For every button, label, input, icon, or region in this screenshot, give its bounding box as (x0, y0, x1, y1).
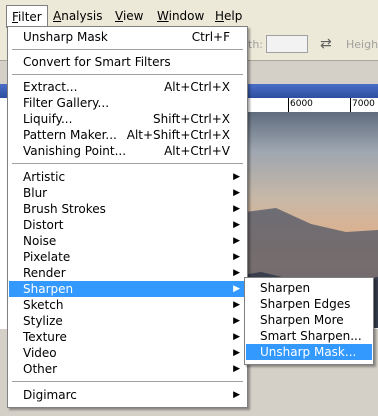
menu-item-vanishing-point[interactable]: Vanishing Point... Alt+Ctrl+V (9, 143, 246, 159)
menu-item-filter-gallery[interactable]: Filter Gallery... (9, 95, 246, 111)
menu-filter-rest: ilter (18, 10, 42, 24)
menu-bar: Filter Analysis View Window Help (0, 0, 378, 29)
ruler-tick (288, 98, 289, 112)
width-field[interactable] (266, 35, 308, 53)
submenu-arrow-icon: ▶ (233, 332, 240, 342)
menu-item-pattern-maker[interactable]: Pattern Maker... Alt+Shift+Ctrl+X (9, 127, 246, 143)
menu-item-stylize[interactable]: Stylize ▶ (9, 313, 246, 329)
menu-item-brush-strokes[interactable]: Brush Strokes ▶ (9, 201, 246, 217)
submenu-arrow-icon: ▶ (233, 236, 240, 246)
menu-item-sharpen[interactable]: Sharpen ▶ (9, 281, 246, 297)
menu-item-video[interactable]: Video ▶ (9, 345, 246, 361)
menu-item-unsharp-mask-last[interactable]: Unsharp Mask Ctrl+F (9, 29, 246, 45)
submenu-item-smart-sharpen[interactable]: Smart Sharpen... (246, 328, 372, 344)
menu-item-convert-smart-filters[interactable]: Convert for Smart Filters (9, 54, 246, 70)
submenu-item-sharpen-more[interactable]: Sharpen More (246, 312, 372, 328)
menu-separator (12, 49, 243, 51)
ruler-label: 6000 (290, 99, 313, 109)
submenu-item-sharpen-edges[interactable]: Sharpen Edges (246, 296, 372, 312)
menu-separator (12, 74, 243, 76)
ruler-label: 7000 (352, 99, 375, 109)
menu-item-extract[interactable]: Extract... Alt+Ctrl+X (9, 79, 246, 95)
menu-item-pixelate[interactable]: Pixelate ▶ (9, 249, 246, 265)
menu-window[interactable]: Window (152, 7, 209, 25)
menu-analysis[interactable]: Analysis (48, 7, 107, 25)
submenu-arrow-icon: ▶ (233, 268, 240, 278)
submenu-arrow-icon: ▶ (233, 172, 240, 182)
menu-item-digimarc[interactable]: Digimarc ▶ (9, 387, 246, 403)
menu-view[interactable]: View (110, 7, 148, 25)
sharpen-submenu: Sharpen Sharpen Edges Sharpen More Smart… (244, 277, 374, 365)
menu-help[interactable]: Help (210, 7, 247, 25)
menu-item-sketch[interactable]: Sketch ▶ (9, 297, 246, 313)
submenu-arrow-icon: ▶ (233, 348, 240, 358)
menu-item-liquify[interactable]: Liquify... Shift+Ctrl+X (9, 111, 246, 127)
menu-item-artistic[interactable]: Artistic ▶ (9, 169, 246, 185)
submenu-arrow-icon: ▶ (233, 220, 240, 230)
menu-item-noise[interactable]: Noise ▶ (9, 233, 246, 249)
submenu-arrow-icon: ▶ (233, 188, 240, 198)
submenu-arrow-icon: ▶ (233, 252, 240, 262)
swap-icon[interactable]: ⇄ (320, 36, 332, 52)
filter-menu: Unsharp Mask Ctrl+F Convert for Smart Fi… (7, 26, 248, 408)
submenu-arrow-icon: ▶ (233, 284, 240, 294)
menu-item-texture[interactable]: Texture ▶ (9, 329, 246, 345)
menu-item-render[interactable]: Render ▶ (9, 265, 246, 281)
submenu-item-unsharp-mask[interactable]: Unsharp Mask... (246, 344, 372, 360)
submenu-item-sharpen[interactable]: Sharpen (246, 280, 372, 296)
menu-item-blur[interactable]: Blur ▶ (9, 185, 246, 201)
menu-item-distort[interactable]: Distort ▶ (9, 217, 246, 233)
submenu-arrow-icon: ▶ (233, 364, 240, 374)
submenu-arrow-icon: ▶ (233, 300, 240, 310)
menu-item-other[interactable]: Other ▶ (9, 361, 246, 377)
submenu-arrow-icon: ▶ (233, 204, 240, 214)
menu-filter[interactable]: Filter (6, 5, 48, 28)
menu-separator (12, 163, 243, 165)
menu-separator (12, 381, 243, 383)
height-label: Heigh (346, 38, 378, 51)
submenu-arrow-icon: ▶ (233, 390, 240, 400)
ruler-tick (350, 98, 351, 112)
width-label: th: (248, 38, 263, 51)
submenu-arrow-icon: ▶ (233, 316, 240, 326)
